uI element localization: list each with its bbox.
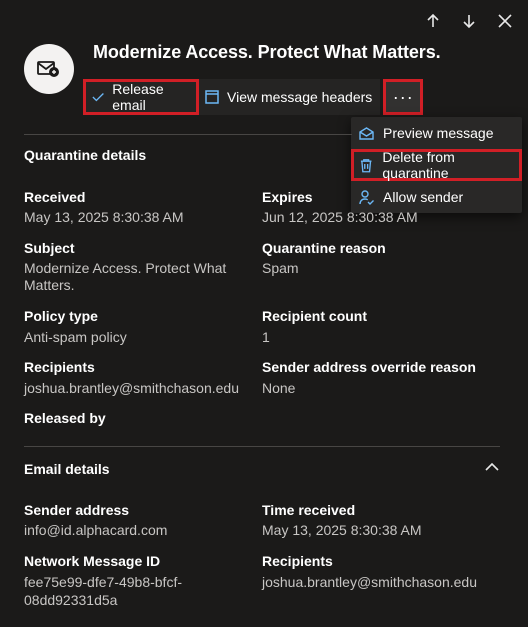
subject-label: Subject	[24, 240, 75, 256]
close-icon	[498, 14, 512, 28]
expires-label: Expires	[262, 189, 313, 205]
more-actions-button[interactable]: ···	[383, 79, 424, 115]
email-details-heading: Email details	[24, 461, 110, 477]
message-avatar	[24, 44, 74, 94]
received-label: Received	[24, 189, 86, 205]
override-reason-value: None	[262, 380, 296, 396]
network-message-id-label: Network Message ID	[24, 553, 161, 569]
release-email-label: Release email	[112, 81, 164, 113]
override-reason-label: Sender address override reason	[262, 359, 476, 375]
policy-type-label: Policy type	[24, 308, 98, 324]
email-recipients-value: joshua.brantley@smithchason.edu	[262, 574, 478, 590]
delete-from-quarantine-label: Delete from quarantine	[382, 149, 455, 181]
open-envelope-icon	[359, 126, 374, 140]
recipients-label: Recipients	[24, 359, 95, 375]
checkmark-icon	[92, 93, 104, 102]
subject-value-line2: Matters.	[24, 277, 75, 293]
arrow-up-icon	[427, 13, 439, 27]
quarantine-reason-label: Quarantine reason	[262, 240, 386, 256]
action-toolbar: Release email View message headers ···	[83, 79, 424, 115]
view-message-headers-button[interactable]: View message headers	[199, 79, 381, 115]
released-by-label: Released by	[24, 410, 106, 426]
email-recipients-label: Recipients	[262, 553, 333, 569]
time-received-value: May 13, 2025 8:30:38 AM	[262, 522, 422, 538]
subject-value-line1: Modernize Access. Protect What	[24, 260, 227, 276]
preview-message-label: Preview message	[383, 125, 494, 141]
menu-item-preview-message[interactable]: Preview message	[351, 117, 522, 149]
collapse-email-details-button[interactable]	[484, 459, 500, 475]
quarantine-reason-value: Spam	[262, 260, 299, 276]
network-message-id-line2: 08dd92331d5a	[24, 592, 118, 608]
more-actions-menu: Preview message Delete from quarantine A…	[351, 117, 522, 213]
menu-item-delete-from-quarantine[interactable]: Delete from quarantine	[351, 149, 522, 181]
trash-icon	[360, 158, 372, 172]
chevron-up-icon	[485, 462, 499, 471]
close-button[interactable]	[494, 10, 516, 32]
release-email-button[interactable]: Release email	[83, 79, 199, 115]
received-value: May 13, 2025 8:30:38 AM	[24, 209, 184, 225]
allow-person-icon	[359, 189, 374, 205]
allow-sender-label: Allow sender	[383, 189, 464, 205]
next-item-button[interactable]	[458, 10, 480, 32]
expires-value: Jun 12, 2025 8:30:38 AM	[262, 209, 418, 225]
policy-type-value: Anti-spam policy	[24, 329, 127, 345]
time-received-label: Time received	[262, 502, 356, 518]
view-message-headers-label: View message headers	[227, 89, 373, 105]
sender-address-label: Sender address	[24, 502, 130, 518]
quarantine-details-heading: Quarantine details	[24, 147, 147, 163]
page-title: Modernize Access. Protect What Matters.	[93, 42, 441, 62]
sender-address-value: info@id.alphacard.com	[24, 522, 168, 538]
previous-item-button[interactable]	[422, 10, 444, 32]
recipient-count-label: Recipient count	[262, 308, 368, 324]
arrow-down-icon	[463, 15, 475, 29]
section-divider	[24, 446, 500, 447]
header-divider	[24, 134, 352, 135]
recipient-count-value: 1	[262, 329, 270, 345]
quarantined-mail-icon	[37, 61, 59, 77]
network-message-id-line1: fee75e99-dfe7-49b8-bfcf-	[24, 574, 182, 590]
message-headers-icon	[205, 90, 219, 104]
recipients-value: joshua.brantley@smithchason.edu	[24, 380, 240, 396]
top-navigation	[422, 10, 516, 32]
